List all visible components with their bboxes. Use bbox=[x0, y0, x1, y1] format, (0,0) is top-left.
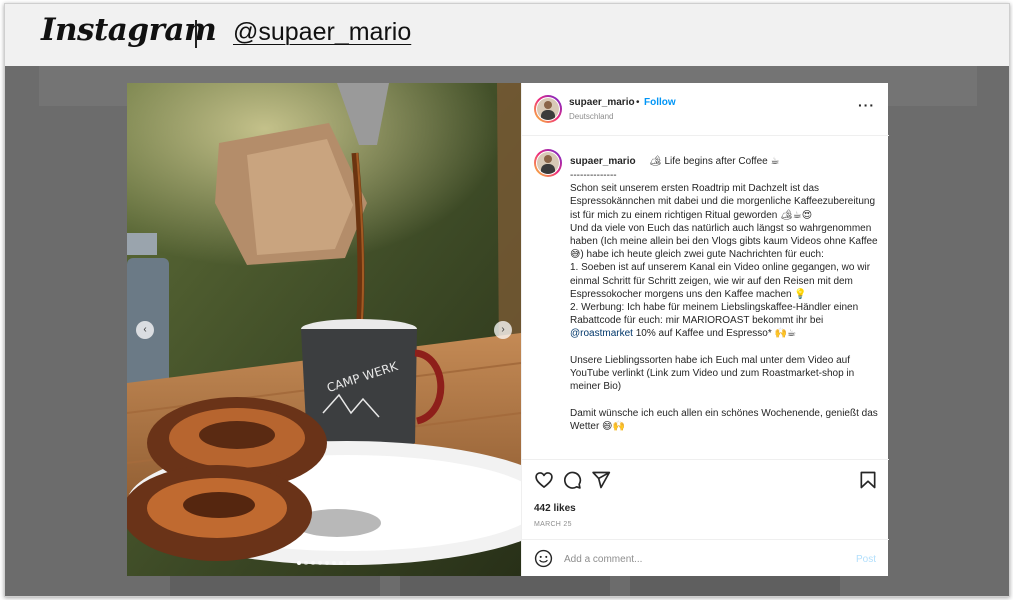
background-tile bbox=[400, 574, 610, 596]
carousel-dot[interactable] bbox=[346, 561, 350, 565]
mention-link[interactable]: @roastmarket bbox=[570, 328, 633, 339]
post-date: MARCH 25 bbox=[534, 521, 572, 528]
header-username[interactable]: supaer_mario bbox=[569, 97, 635, 108]
heart-icon[interactable] bbox=[534, 470, 554, 490]
follow-button[interactable]: Follow bbox=[644, 97, 676, 108]
chevron-right-icon: › bbox=[501, 324, 505, 335]
background-tile bbox=[630, 574, 840, 596]
post-comment-button[interactable]: Post bbox=[856, 554, 876, 565]
carousel-indicator bbox=[297, 561, 350, 565]
avatar[interactable] bbox=[534, 95, 562, 123]
caption-area: supaer_mario 🏕 Life begins after Coffee … bbox=[522, 135, 889, 459]
post-sidebar: supaer_mario • Follow Deutschland ··· su… bbox=[521, 83, 889, 576]
carousel-dot[interactable] bbox=[339, 561, 343, 565]
post-modal: CAMP WERK ‹ › supaer_mario • Follow Deut… bbox=[127, 83, 889, 576]
carousel-dot[interactable] bbox=[332, 561, 336, 565]
carousel-dot[interactable] bbox=[304, 561, 308, 565]
post-photo: CAMP WERK ‹ › bbox=[127, 83, 521, 576]
carousel-dot[interactable] bbox=[318, 561, 322, 565]
caption-text: -------------- Schon seit unserem ersten… bbox=[570, 169, 880, 433]
carousel-dot[interactable] bbox=[325, 561, 329, 565]
carousel-next-button[interactable]: › bbox=[494, 321, 512, 339]
banner-handle: @supaer_mario bbox=[233, 18, 412, 46]
post-header: supaer_mario • Follow Deutschland ··· bbox=[522, 83, 889, 136]
bookmark-icon[interactable] bbox=[858, 470, 878, 490]
share-icon[interactable] bbox=[591, 470, 611, 490]
caption-text-part: 10% auf Kaffee und Espresso* 🙌☕ Unsere L… bbox=[570, 328, 878, 432]
comment-input[interactable]: Add a comment... bbox=[564, 554, 642, 565]
banner-separator bbox=[195, 20, 197, 48]
screenshot-frame: Instagram @supaer_mario CAMP WERK ‹ › su… bbox=[4, 3, 1010, 597]
banner: Instagram @supaer_mario bbox=[5, 4, 1009, 66]
emoji-icon[interactable] bbox=[534, 549, 553, 568]
carousel-prev-button[interactable]: ‹ bbox=[136, 321, 154, 339]
carousel-dot[interactable] bbox=[297, 561, 301, 565]
caption-text-part: -------------- Schon seit unserem ersten… bbox=[570, 170, 878, 327]
more-options-icon[interactable]: ··· bbox=[858, 97, 875, 113]
caption-first-line: 🏕 Life begins after Coffee ☕ bbox=[649, 156, 780, 167]
instagram-logo: Instagram bbox=[41, 12, 217, 48]
comment-icon[interactable] bbox=[562, 470, 582, 490]
carousel-dot[interactable] bbox=[311, 561, 315, 565]
background-tile bbox=[170, 574, 380, 596]
chevron-left-icon: ‹ bbox=[143, 324, 147, 335]
header-bullet: • bbox=[636, 97, 640, 108]
coffee-scene-image: CAMP WERK bbox=[127, 83, 521, 576]
likes-count[interactable]: 442 likes bbox=[534, 503, 576, 514]
location-link[interactable]: Deutschland bbox=[569, 112, 613, 121]
caption-username[interactable]: supaer_mario bbox=[570, 156, 636, 167]
avatar[interactable] bbox=[534, 149, 562, 177]
post-actions: 442 likes MARCH 25 bbox=[522, 459, 889, 540]
comment-bar: Add a comment... Post bbox=[522, 539, 889, 577]
